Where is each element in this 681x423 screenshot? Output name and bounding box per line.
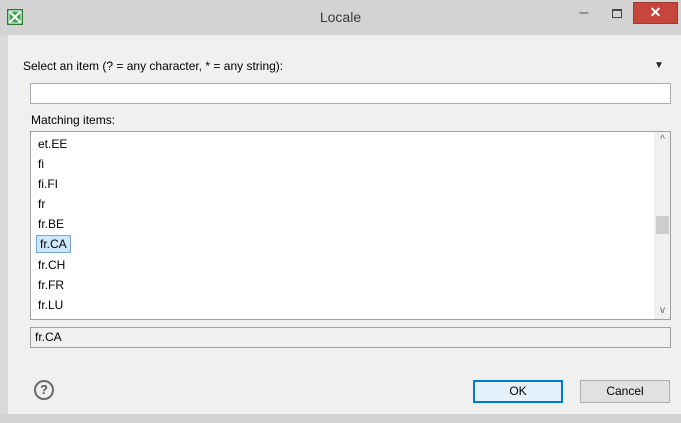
- vertical-scrollbar[interactable]: ^ v: [654, 132, 670, 319]
- title-bar[interactable]: Locale – ✕: [0, 0, 681, 35]
- list-item[interactable]: fi.FI: [37, 175, 59, 193]
- close-icon[interactable]: ✕: [633, 2, 678, 24]
- list-item[interactable]: fr.CH: [37, 256, 66, 274]
- selection-status-field: fr.CA: [30, 327, 671, 348]
- matching-items-label: Matching items:: [31, 113, 116, 127]
- minimize-icon[interactable]: –: [570, 2, 598, 28]
- scroll-up-icon[interactable]: ^: [655, 132, 670, 148]
- filter-input[interactable]: [30, 83, 671, 104]
- scroll-thumb[interactable]: [656, 216, 669, 234]
- list-item-selected[interactable]: fr.CA: [36, 235, 71, 253]
- list-item[interactable]: fr.BE: [37, 215, 65, 233]
- scroll-down-icon[interactable]: v: [655, 303, 670, 319]
- list-item[interactable]: fi: [37, 155, 45, 173]
- matching-items-list[interactable]: et.EE fi fi.FI fr fr.BE fr.CA fr.CH fr.F…: [30, 131, 671, 320]
- dropdown-triangle-icon[interactable]: ▼: [654, 60, 664, 71]
- cancel-button[interactable]: Cancel: [580, 380, 670, 403]
- list-item[interactable]: et.EE: [37, 135, 68, 153]
- maximize-icon[interactable]: [603, 2, 631, 28]
- list-item[interactable]: fr.FR: [37, 276, 65, 294]
- help-icon[interactable]: ?: [34, 380, 54, 400]
- filter-prompt-label: Select an item (? = any character, * = a…: [23, 59, 284, 73]
- locale-dialog: Locale – ✕ Select an item (? = any chara…: [0, 0, 681, 423]
- window-bottom-border: [0, 414, 681, 423]
- ok-button[interactable]: OK: [473, 380, 563, 403]
- list-item[interactable]: fr: [37, 195, 46, 213]
- list-item[interactable]: fr.LU: [37, 296, 64, 314]
